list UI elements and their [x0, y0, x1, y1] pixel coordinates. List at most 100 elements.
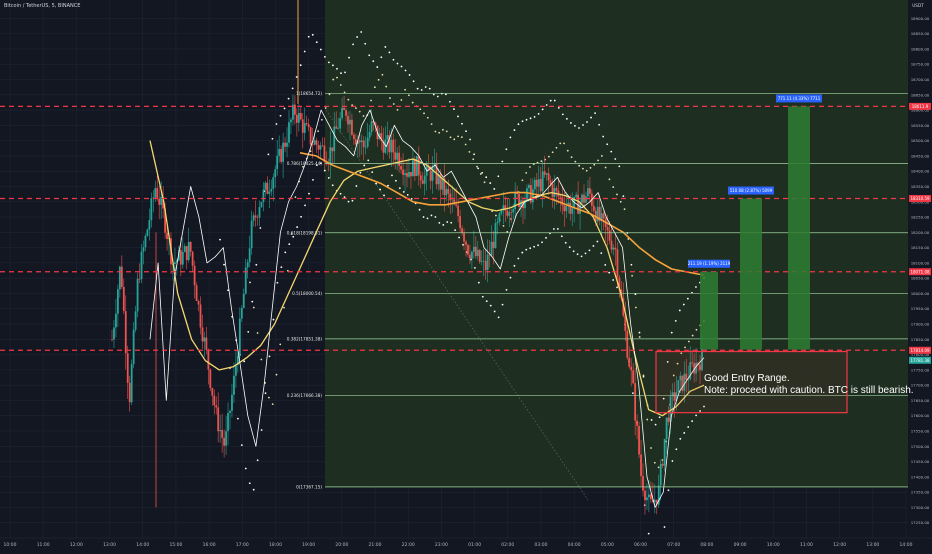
mid-band-dot [506, 230, 509, 233]
candle-body [335, 126, 338, 129]
upper-band-dot [521, 120, 524, 123]
lower-band-dot [450, 221, 453, 224]
mid-band-dot [691, 334, 694, 337]
candle-body [191, 251, 194, 266]
mid-band-dot [551, 151, 554, 154]
mid-band-dot [392, 103, 395, 105]
price-tick-label: 17650.00 [911, 398, 930, 403]
lower-band-dot [371, 171, 374, 174]
upper-band-dot [360, 31, 363, 33]
candle-body [315, 140, 318, 145]
price-tick-label: 18350.00 [911, 184, 930, 189]
lower-band-dot [667, 489, 670, 492]
candle-body [299, 112, 302, 120]
candle-body [533, 179, 536, 190]
upper-band-dot [279, 114, 282, 117]
candle-body [354, 139, 357, 145]
upper-band-dot [630, 263, 633, 266]
upper-band-dot [449, 100, 451, 103]
upper-band-dot [392, 58, 395, 61]
candle [195, 282, 198, 302]
candle-body [474, 246, 477, 257]
candle-body [528, 185, 530, 189]
candle-body [419, 175, 422, 181]
price-tick-label: 18000.00 [911, 291, 930, 296]
upper-band-dot [537, 112, 540, 115]
upper-band-dot [303, 50, 306, 53]
candle-body [343, 107, 345, 111]
upper-band-dot [586, 121, 588, 123]
lower-band-dot [438, 221, 441, 224]
upper-band-dot [674, 319, 677, 322]
price-tick-label: 17850.00 [911, 337, 930, 342]
lower-band-dot [391, 174, 393, 177]
candle-body [248, 248, 251, 263]
lower-band-dot [691, 420, 694, 423]
time-axis[interactable]: 10:00 11:00 12:00 13:00 14:00 15:00 16:00 17:00… [0, 537, 932, 550]
mid-band-dot [687, 340, 690, 343]
candle-body [565, 206, 568, 212]
candle-body [150, 198, 153, 221]
upper-band-dot [695, 286, 697, 288]
time-tick-label: 05:00 [601, 542, 614, 548]
mid-band-dot [317, 130, 319, 133]
lower-band-dot [679, 437, 682, 440]
candle-body [254, 215, 257, 218]
fib-label: 0.236(17666.38) [287, 393, 323, 398]
candle-body [229, 410, 231, 413]
upper-band-dot [602, 135, 605, 138]
candle-body [118, 266, 121, 290]
candle-body [541, 171, 544, 192]
price-tick-label: 18250.00 [911, 215, 930, 220]
mid-band-dot [653, 461, 656, 464]
candle-body [166, 232, 168, 240]
candle-body [339, 118, 342, 129]
lower-band-dot [367, 159, 370, 162]
candle-body [235, 364, 237, 376]
upper-band-dot [557, 107, 560, 109]
upper-band-dot [328, 61, 330, 64]
upper-band-dot [485, 176, 488, 179]
candle-body [364, 146, 367, 148]
lower-band-dot [501, 303, 504, 306]
upper-band-dot [582, 124, 584, 126]
mid-band-dot [483, 181, 486, 184]
lower-band-dot [517, 257, 520, 260]
upper-band-dot [549, 99, 552, 102]
candle-body [124, 311, 127, 354]
lower-band-dot [402, 191, 405, 193]
candle-body [303, 123, 306, 133]
time-tick-label: 10:00 [4, 542, 17, 548]
candle-body [266, 182, 269, 194]
candle-body [498, 213, 501, 222]
candle-body [203, 337, 206, 342]
mid-band-dot [574, 160, 577, 163]
candle-body [640, 454, 642, 477]
upper-band-dot [489, 182, 492, 184]
lower-band-dot [683, 432, 686, 434]
lower-band-dot [687, 426, 690, 428]
chart-canvas[interactable]: 1(18654.72) 0.786(18425.44) 0.618(18198.51… [0, 0, 932, 554]
candle-body [111, 339, 113, 340]
upper-band-dot [424, 86, 427, 88]
candle-body [659, 463, 662, 486]
price-axis[interactable]: USDT 18900.00 18850.00 18800.00 18750.00 1870… [908, 0, 932, 550]
upper-band-dot [465, 130, 467, 133]
fib-label: 0(17367.15) [296, 484, 322, 489]
candle-body [297, 112, 300, 123]
time-tick-label: 12:00 [70, 542, 83, 548]
price-tick-label: 18150.00 [911, 245, 930, 250]
price-chart[interactable]: 1(18654.72) 0.786(18425.44) 0.618(18198.51… [0, 0, 932, 554]
mid-band-dot [684, 346, 686, 349]
candle-body [317, 144, 320, 150]
upper-band-dot [267, 153, 270, 156]
time-tick-label: 16:00 [203, 542, 216, 548]
upper-band-dot [461, 122, 463, 125]
resistance-axis-label: 17814.09 [910, 348, 930, 353]
candle-body [500, 210, 503, 214]
upper-band-dot [412, 80, 415, 83]
time-tick-label: 08:00 [700, 542, 713, 548]
candle-body [490, 241, 493, 256]
candle-body [183, 246, 186, 252]
candle-body [445, 189, 448, 196]
